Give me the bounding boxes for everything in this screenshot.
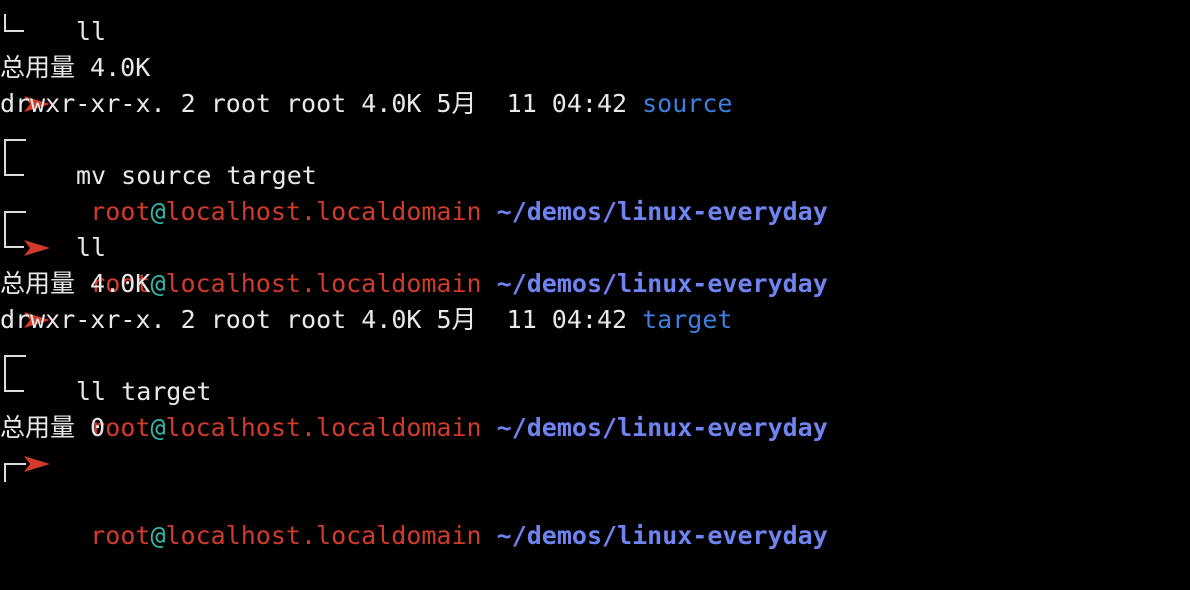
listing-details: drwxr-xr-x. 2 root root 4.0K 5月 11 04:42 [0,305,628,334]
output-total: 总用量 4.0K [0,269,151,298]
tree-corner-bottom-icon [4,374,24,392]
command-text: ll [76,233,107,262]
tree-corner-bottom-icon [4,230,24,248]
output-total: 总用量 0 [0,413,106,442]
prompt-line: root@localhost.localdomain ~/demos/linux… [0,194,1190,298]
tree-corner-top-icon [4,355,26,374]
command-line: ll [0,230,1190,328]
tree-corner-top-icon [4,139,26,158]
tree-corner-top-icon [4,211,26,230]
prompt-line-partial [0,0,1190,14]
command-line: ll target [0,374,1190,472]
tree-corner-top-icon [4,463,26,482]
terminal-window[interactable]: ll 总用量 4.0K drwxr-xr-x. 2 root root 4.0K… [0,0,1190,550]
prompt-line: root@localhost.localdomain ~/demos/linux… [0,446,1190,550]
tree-corner-bottom-icon [4,14,24,32]
listing-details: drwxr-xr-x. 2 root root 4.0K 5月 11 04:42 [0,89,628,118]
prompt-line: root@localhost.localdomain ~/demos/linux… [0,122,1190,226]
directory-name: source [642,89,733,118]
output-total: 总用量 4.0K [0,53,151,82]
prompt-line: root@localhost.localdomain ~/demos/linux… [0,338,1190,442]
prompt-host: localhost.localdomain [165,521,482,550]
command-line: ll [0,14,1190,112]
command-text: ll target [76,377,212,406]
prompt-user: root [90,521,151,550]
output-listing-row: drwxr-xr-x. 2 root root 4.0K 5月 11 04:42… [0,302,1190,338]
command-text: mv source target [76,161,317,190]
directory-name: target [642,305,733,334]
prompt-at: @ [150,521,166,550]
output-listing-row: drwxr-xr-x. 2 root root 4.0K 5月 11 04:42… [0,86,1190,122]
command-line: mv source target [0,158,1190,256]
tree-corner-bottom-icon [4,158,24,176]
command-text: ll [76,17,107,46]
prompt-path: ~/demos/linux-everyday [496,521,828,550]
